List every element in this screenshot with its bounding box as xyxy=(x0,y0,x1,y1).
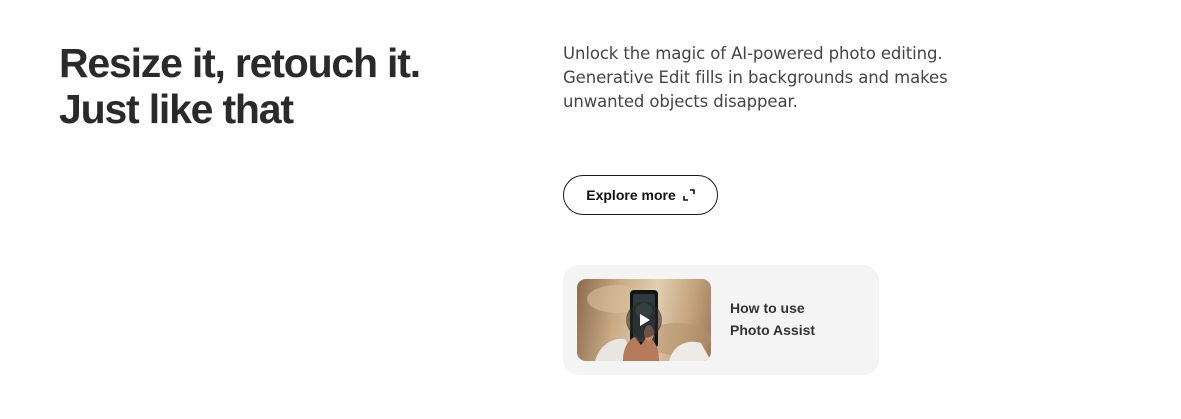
expand-icon xyxy=(682,189,695,201)
page-headline: Resize it, retouch it. Just like that xyxy=(59,40,421,132)
play-icon[interactable] xyxy=(626,302,662,338)
explore-more-button[interactable]: Explore more xyxy=(563,175,718,215)
video-card[interactable]: How to use Photo Assist xyxy=(563,265,879,375)
headline-line-1: Resize it, retouch it. xyxy=(59,40,421,86)
video-card-title[interactable]: How to use Photo Assist xyxy=(730,297,850,341)
explore-more-label: Explore more xyxy=(586,187,676,203)
video-title-line-1: How to use xyxy=(730,300,805,316)
headline-line-2: Just like that xyxy=(59,86,294,132)
feature-description: Unlock the magic of AI-powered photo edi… xyxy=(563,44,948,111)
video-thumbnail[interactable] xyxy=(577,279,711,361)
video-title-line-2: Photo Assist xyxy=(730,322,816,338)
